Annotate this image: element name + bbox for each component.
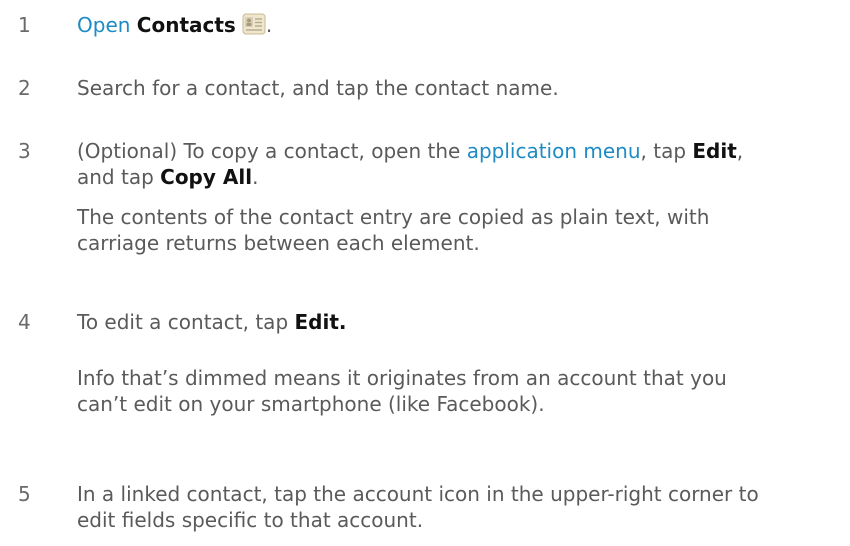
step-line: edit fields specific to that account. xyxy=(77,508,424,532)
copy-all-label: Copy All xyxy=(160,165,253,189)
step-text: To edit a contact, tap Edit. xyxy=(77,309,837,335)
note-line: The contents of the contact entry are co… xyxy=(77,205,710,229)
open-link[interactable]: Open xyxy=(77,13,130,37)
text-fragment: To edit a contact, tap xyxy=(77,310,295,334)
step-2: 2 Search for a contact, and tap the cont… xyxy=(0,75,850,101)
step-line: In a linked contact, tap the account ico… xyxy=(77,482,759,506)
contacts-app-label: Contacts xyxy=(136,13,236,37)
edit-label: Edit xyxy=(692,139,737,163)
step-line: (Optional) To copy a contact, open the a… xyxy=(77,138,837,164)
step-5: 5 In a linked contact, tap the account i… xyxy=(0,481,850,537)
step-text: Search for a contact, and tap the contac… xyxy=(77,76,559,100)
step-number: 4 xyxy=(18,310,31,334)
contacts-app-icon xyxy=(242,13,266,35)
step-text: (Optional) To copy a contact, open the a… xyxy=(77,138,837,190)
step-text: In a linked contact, tap the account ico… xyxy=(77,481,837,533)
note-line: carriage returns between each element. xyxy=(77,231,480,255)
note-line: Info that’s dimmed means it originates f… xyxy=(77,366,727,390)
text-fragment: (Optional) To copy a contact, open the xyxy=(77,139,467,163)
step-3: 3 (Optional) To copy a contact, open the… xyxy=(0,138,850,338)
step-text: Open Contacts . xyxy=(77,12,837,38)
text-fragment: , xyxy=(736,139,744,163)
text-fragment: , tap xyxy=(640,139,693,163)
step-number: 3 xyxy=(18,139,31,163)
step-number: 5 xyxy=(18,482,31,506)
step-4: 4 To edit a contact, tap Edit. Info that… xyxy=(0,309,850,469)
step-line: and tap Copy All. xyxy=(77,164,837,190)
step-1: 1 Open Contacts . xyxy=(0,12,850,38)
step-note: The contents of the contact entry are co… xyxy=(77,204,837,256)
period: . xyxy=(265,13,273,37)
text-fragment: . xyxy=(252,165,259,189)
step-number: 1 xyxy=(18,13,31,37)
text-fragment: and tap xyxy=(77,165,161,189)
step-number: 2 xyxy=(18,76,31,100)
application-menu-link[interactable]: application menu xyxy=(467,139,641,163)
note-line: can’t edit on your smartphone (like Face… xyxy=(77,392,545,416)
step-note: Info that’s dimmed means it originates f… xyxy=(77,365,837,417)
edit-label: Edit. xyxy=(294,310,347,334)
